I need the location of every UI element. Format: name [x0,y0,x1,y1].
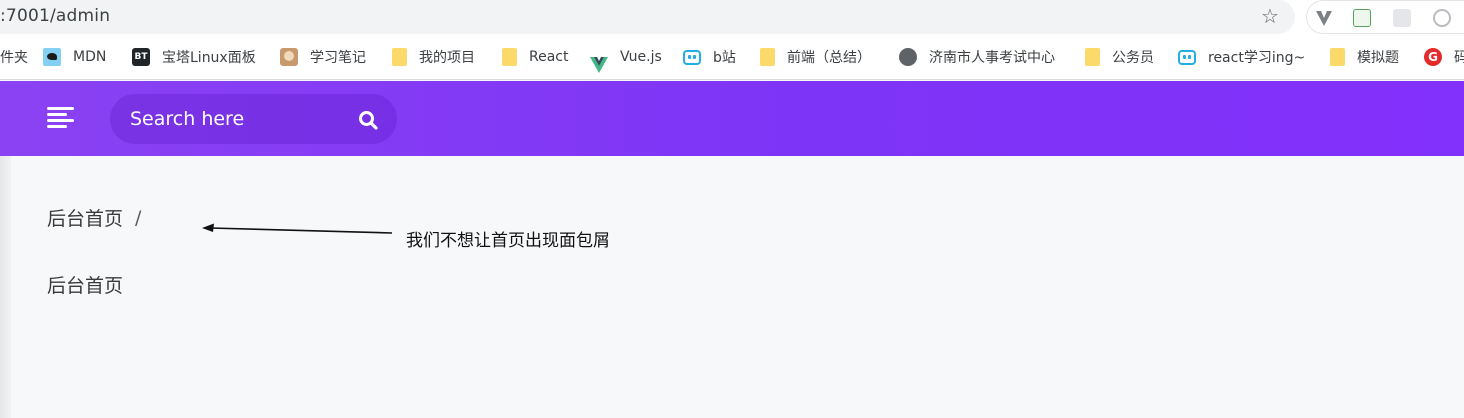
globe-icon [899,48,917,66]
folder-icon [502,48,517,66]
folder-icon [760,48,775,66]
bookmark-label: 公务员 [1112,50,1154,66]
reader-extension-icon[interactable] [1353,9,1371,27]
main-content: 后台首页 / 我们不想让首页出现面包屑 后台首页 [0,156,1464,418]
search-icon[interactable] [358,110,378,130]
menu-toggle-icon[interactable] [47,107,74,129]
bilibili-icon [1178,49,1196,65]
bookmark-item[interactable]: 件夹 [0,47,28,67]
bookmark-item[interactable]: G 码 [1424,47,1464,67]
breadcrumb: 后台首页 / [47,204,141,231]
app-header [0,81,1464,156]
bookmark-item[interactable]: React [502,47,568,67]
folder-icon [1330,48,1345,66]
bookmark-item[interactable]: Vue.js [590,47,662,73]
bookmark-label: 件夹 [0,50,28,66]
sidebar-edge [0,156,11,418]
extensions-area [1306,0,1464,34]
avatar-icon [280,48,298,66]
bookmark-item[interactable]: 模拟题 [1330,47,1399,67]
grid-extension-icon[interactable] [1393,9,1411,27]
bookmarks-bar: 件夹 MDN BT 宝塔Linux面板 学习笔记 我的项目 React Vue.… [0,34,1464,80]
red-g-icon: G [1424,48,1442,66]
bookmark-label: 模拟题 [1357,50,1399,66]
folder-icon [1085,48,1100,66]
bookmark-item[interactable]: 公务员 [1085,47,1154,67]
bt-icon: BT [132,48,150,66]
bookmark-label: React [529,49,569,65]
bookmark-item[interactable]: 济南市人事考试中心 [899,47,1055,67]
mdn-icon [43,48,61,66]
bookmark-label: 学习笔记 [310,50,366,66]
address-bar[interactable]: :7001/admin ☆ [0,0,1295,34]
bookmark-label: 济南市人事考试中心 [929,50,1055,66]
bookmark-label: 前端（总结） [787,50,871,66]
bookmark-star-icon[interactable]: ☆ [1261,5,1279,27]
breadcrumb-home-link[interactable]: 后台首页 [47,204,123,231]
bookmark-item[interactable]: 学习笔记 [280,47,366,67]
bookmark-label: 我的项目 [419,50,475,66]
bookmark-label: 宝塔Linux面板 [162,50,256,66]
bookmark-item[interactable]: 我的项目 [392,47,475,67]
annotation-arrow-icon [200,220,395,240]
browser-toolbar: :7001/admin ☆ [0,0,1464,34]
breadcrumb-separator: / [135,206,142,229]
bookmark-label: 码 [1454,47,1464,67]
bilibili-icon [683,49,701,65]
vimium-extension-icon[interactable] [1315,9,1333,27]
bookmark-item[interactable]: react学习ing~ [1178,47,1305,67]
annotation-text: 我们不想让首页出现面包屑 [406,231,610,251]
bookmark-label: react学习ing~ [1208,50,1306,66]
search-box [110,94,397,144]
bookmark-item[interactable]: b站 [683,47,736,67]
address-text[interactable]: :7001/admin [0,6,110,26]
bookmark-item[interactable]: MDN [43,47,106,67]
bookmark-item[interactable]: BT 宝塔Linux面板 [132,47,256,67]
search-input[interactable] [130,94,350,144]
camera-extension-icon[interactable] [1433,9,1451,27]
page-title: 后台首页 [47,275,124,297]
bookmark-label: MDN [73,49,107,65]
bookmark-item[interactable]: 前端（总结） [760,47,871,67]
folder-icon [392,48,407,66]
bookmark-label: Vue.js [620,49,662,65]
bookmark-label: b站 [713,50,736,66]
